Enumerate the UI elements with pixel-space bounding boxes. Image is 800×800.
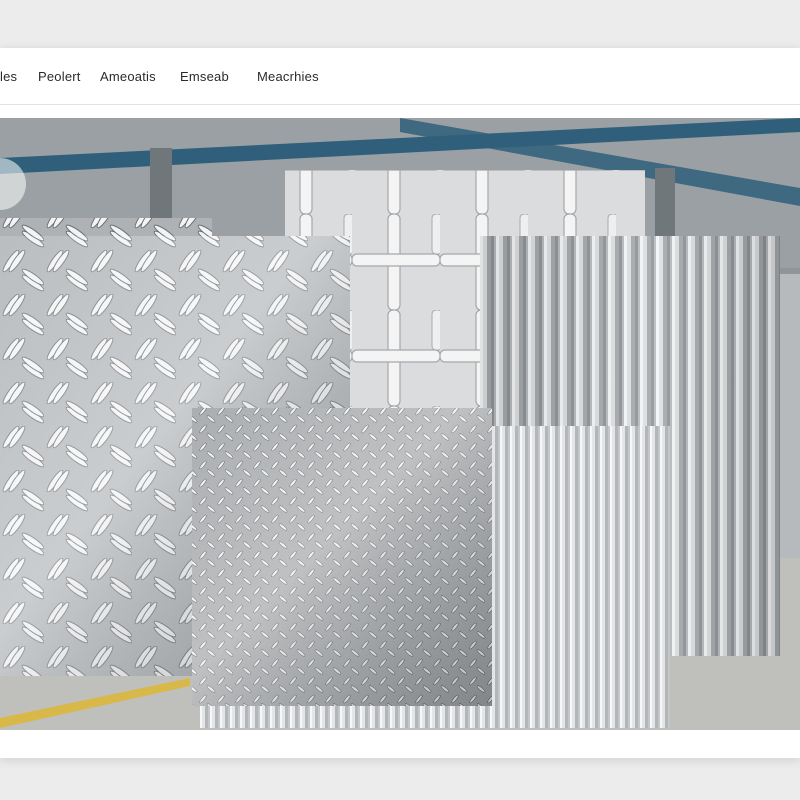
nav-item-4[interactable]: Emseab <box>180 69 229 84</box>
top-navigation: les Peolert Ameoatis Emseab Meacrhies <box>0 48 800 105</box>
nav-item-2[interactable]: Peolert <box>38 69 81 84</box>
nav-item-3[interactable]: Ameoatis <box>100 69 156 84</box>
nav-item-1[interactable]: les <box>0 69 17 84</box>
hero-image <box>0 118 800 730</box>
metal-sheets-illustration <box>0 118 800 730</box>
nav-item-5[interactable]: Meacrhies <box>257 69 319 84</box>
fine-tread-plate <box>192 408 492 706</box>
browser-window: les Peolert Ameoatis Emseab Meacrhies <box>0 48 800 758</box>
